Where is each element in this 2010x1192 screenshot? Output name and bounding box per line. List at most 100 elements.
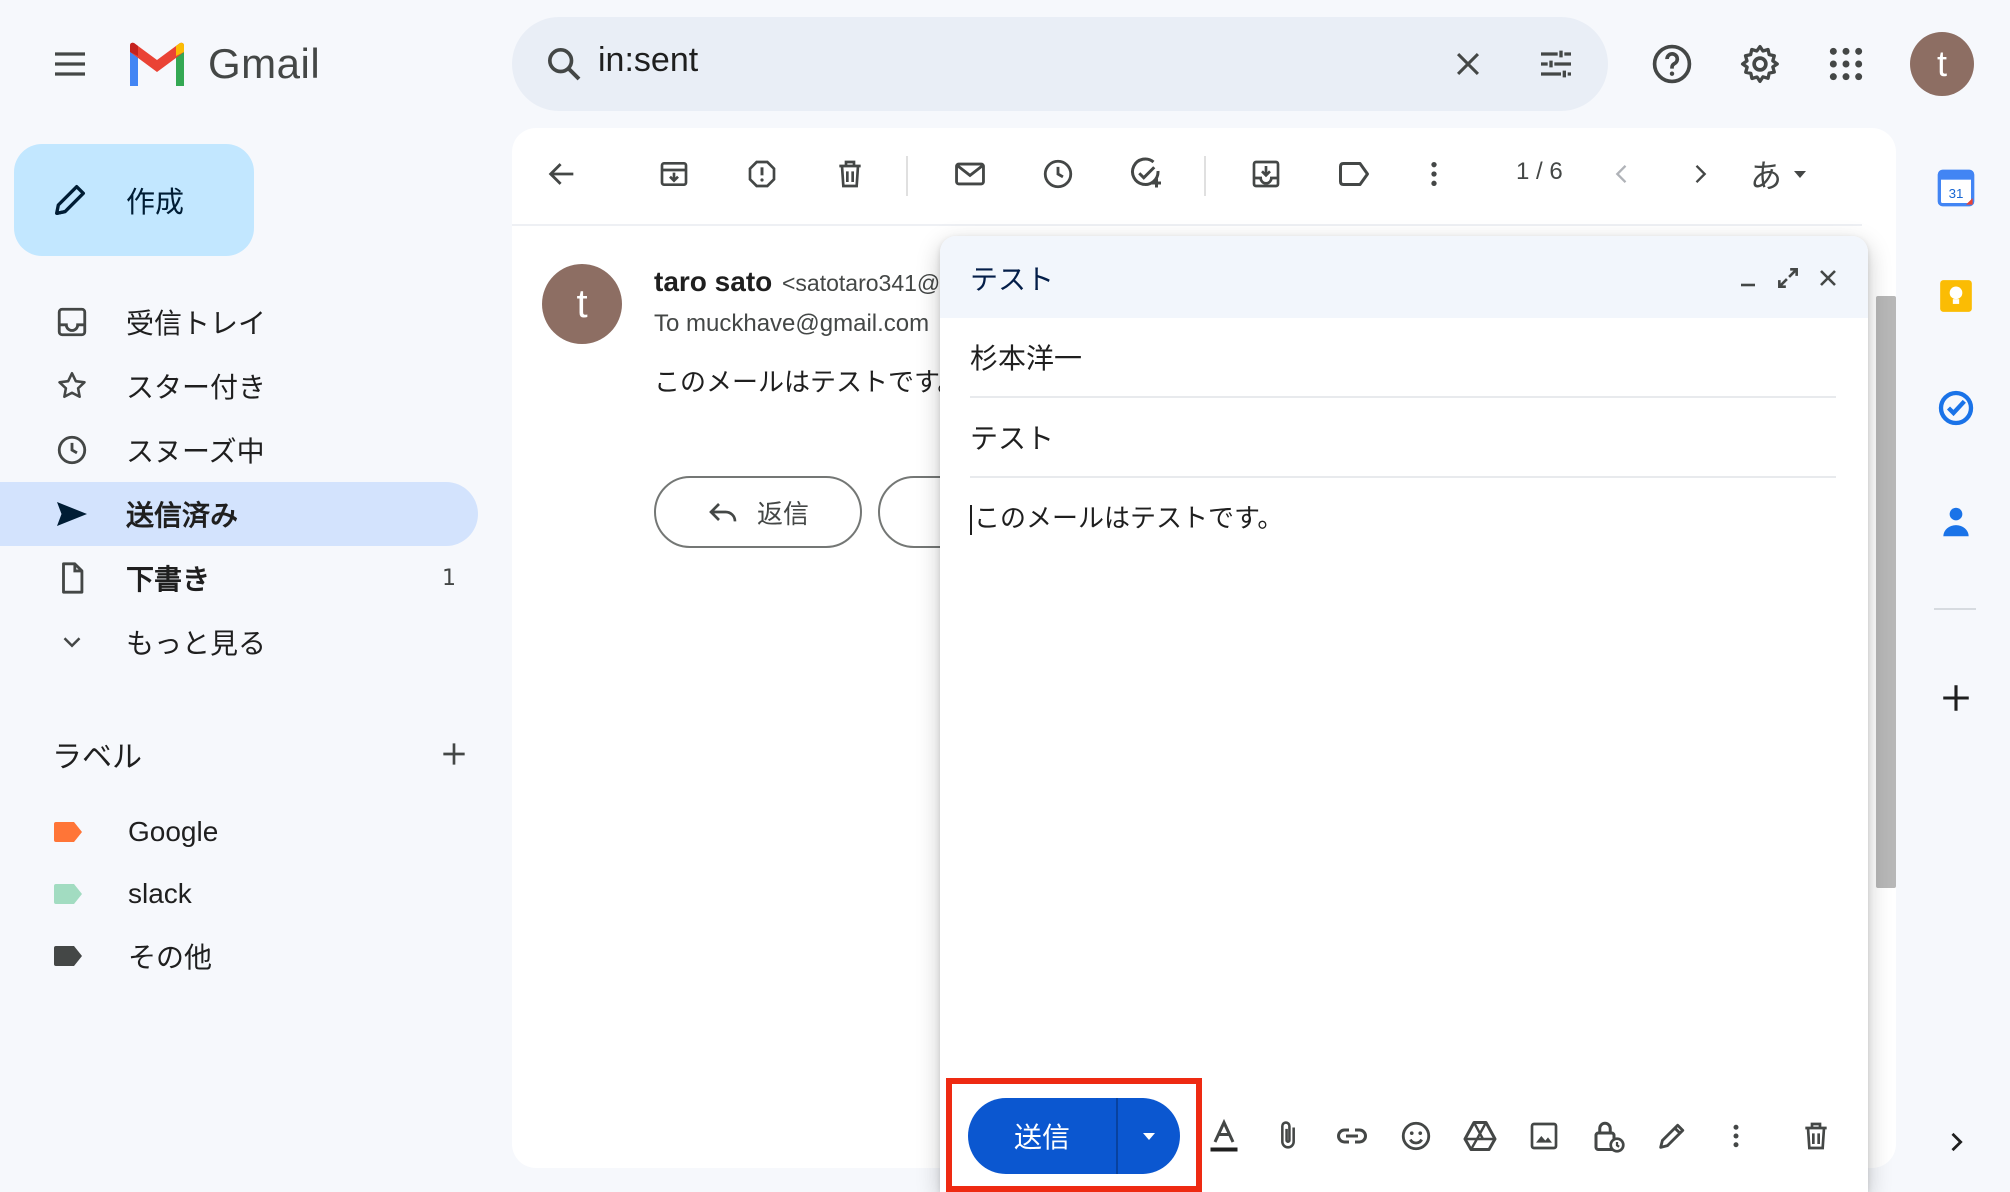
reply-label: 返信 bbox=[756, 499, 809, 530]
minimize-icon bbox=[1741, 283, 1755, 287]
scrollbar-thumb[interactable] bbox=[1876, 296, 1896, 888]
search-button[interactable] bbox=[532, 32, 596, 96]
sidebar-item-snoozed[interactable]: スヌーズ中 bbox=[0, 418, 478, 482]
send-options-button[interactable] bbox=[1118, 1124, 1180, 1148]
more-vert-icon bbox=[1431, 162, 1437, 186]
fullscreen-button[interactable] bbox=[1768, 258, 1808, 298]
mark-unread-button[interactable] bbox=[940, 144, 1000, 204]
search-bar[interactable]: in:sent bbox=[512, 17, 1608, 111]
search-input[interactable]: in:sent bbox=[598, 41, 698, 80]
clear-search-button[interactable] bbox=[1436, 32, 1500, 96]
get-addons-button[interactable] bbox=[1928, 670, 1984, 726]
report-icon bbox=[748, 160, 776, 188]
label-name: slack bbox=[128, 878, 192, 909]
insert-signature-button[interactable] bbox=[1642, 1106, 1702, 1166]
reply-button[interactable]: 返信 bbox=[654, 476, 862, 548]
trash-icon bbox=[839, 160, 861, 188]
subject-field[interactable]: テスト bbox=[970, 398, 1836, 478]
gear-icon bbox=[1740, 44, 1779, 84]
compose-button[interactable]: 作成 bbox=[14, 144, 254, 256]
formatting-options-button[interactable] bbox=[1194, 1106, 1254, 1166]
insert-photo-button[interactable] bbox=[1514, 1106, 1574, 1166]
google-apps-button[interactable] bbox=[1814, 32, 1878, 96]
labels-section-header: ラベル bbox=[52, 730, 472, 778]
sidebar-item-label: スター付き bbox=[126, 371, 267, 404]
close-compose-button[interactable] bbox=[1808, 258, 1848, 298]
insert-drive-button[interactable] bbox=[1450, 1106, 1510, 1166]
label-item-google[interactable]: Google bbox=[52, 804, 218, 860]
tasks-app-button[interactable] bbox=[1928, 380, 1984, 436]
report-spam-button[interactable] bbox=[732, 144, 792, 204]
attach-file-button[interactable] bbox=[1258, 1106, 1318, 1166]
sidebar-item-inbox[interactable]: 受信トレイ bbox=[0, 290, 478, 354]
gmail-logo[interactable]: Gmail bbox=[126, 34, 320, 94]
contacts-app-button[interactable] bbox=[1928, 494, 1984, 550]
toolbar-divider bbox=[906, 156, 908, 196]
clock-icon bbox=[1043, 159, 1073, 189]
sender-name: taro sato bbox=[654, 266, 773, 297]
sender-avatar: t bbox=[542, 264, 622, 344]
compose-window: テスト 杉本洋一 テスト このメールはテストです。 bbox=[940, 236, 1868, 1192]
star-icon bbox=[52, 366, 92, 406]
recipients-field[interactable]: 杉本洋一 bbox=[970, 318, 1836, 398]
toolbar-divider bbox=[1204, 156, 1206, 196]
calendar-app-button[interactable]: 31 bbox=[1928, 160, 1984, 216]
sidebar-item-starred[interactable]: スター付き bbox=[0, 354, 478, 418]
add-to-tasks-button[interactable] bbox=[1116, 144, 1176, 204]
lock-clock-icon bbox=[1594, 1121, 1625, 1153]
mail-icon bbox=[955, 162, 985, 186]
text-format-icon bbox=[1210, 1118, 1238, 1152]
paperclip-icon bbox=[1281, 1121, 1295, 1149]
move-to-button[interactable] bbox=[1236, 144, 1296, 204]
compose-header[interactable]: テスト bbox=[940, 236, 1868, 318]
keep-app-button[interactable] bbox=[1928, 268, 1984, 324]
label-item-other[interactable]: その他 bbox=[52, 928, 212, 984]
insert-link-button[interactable] bbox=[1322, 1106, 1382, 1166]
close-icon bbox=[1456, 52, 1480, 76]
compose-body-editor[interactable]: このメールはテストです。 bbox=[970, 498, 1283, 535]
input-tools-button[interactable]: あ bbox=[1750, 144, 1812, 204]
plus-icon bbox=[443, 743, 465, 765]
confidential-mode-button[interactable] bbox=[1578, 1106, 1638, 1166]
recipient-chip[interactable]: 杉本洋一 bbox=[970, 337, 1082, 377]
snooze-button[interactable] bbox=[1028, 144, 1088, 204]
main-menu-button[interactable] bbox=[38, 32, 102, 96]
labels-button[interactable] bbox=[1324, 144, 1384, 204]
more-compose-options-button[interactable] bbox=[1706, 1106, 1766, 1166]
search-options-button[interactable] bbox=[1524, 32, 1588, 96]
sidebar-item-label: スヌーズ中 bbox=[126, 435, 265, 468]
show-side-panel-button[interactable] bbox=[1928, 1114, 1984, 1170]
arrow-left-icon bbox=[548, 163, 574, 185]
recipient-line[interactable]: To muckhave@gmail.com bbox=[654, 310, 929, 338]
hamburger-icon bbox=[55, 52, 85, 76]
discard-draft-button[interactable] bbox=[1786, 1106, 1846, 1166]
label-name: Google bbox=[128, 816, 219, 847]
send-button[interactable]: 送信 bbox=[968, 1116, 1116, 1156]
draft-icon bbox=[52, 558, 92, 598]
sidebar-item-more[interactable]: もっと見る bbox=[0, 610, 478, 674]
archive-icon bbox=[660, 162, 688, 186]
add-label-button[interactable] bbox=[430, 730, 478, 778]
older-button[interactable] bbox=[1670, 144, 1730, 204]
clock-icon bbox=[52, 430, 92, 470]
back-button[interactable] bbox=[532, 144, 592, 204]
label-item-slack[interactable]: slack bbox=[52, 866, 192, 922]
newer-button[interactable] bbox=[1592, 144, 1652, 204]
minimize-button[interactable] bbox=[1728, 258, 1768, 298]
help-button[interactable] bbox=[1640, 32, 1704, 96]
archive-button[interactable] bbox=[644, 144, 704, 204]
sidebar-nav: 受信トレイ スター付き スヌーズ中 送信済み 下書き 1 もっと見る bbox=[0, 290, 478, 674]
toolbar-separator bbox=[512, 224, 1862, 226]
more-options-button[interactable] bbox=[1404, 144, 1464, 204]
insert-emoji-button[interactable] bbox=[1386, 1106, 1446, 1166]
gmail-m-icon bbox=[130, 42, 184, 86]
sidebar-item-drafts[interactable]: 下書き 1 bbox=[0, 546, 478, 610]
tasks-icon bbox=[1938, 390, 1974, 426]
caret-down-icon bbox=[1794, 171, 1807, 178]
settings-button[interactable] bbox=[1728, 32, 1792, 96]
account-avatar[interactable]: t bbox=[1910, 32, 1974, 96]
sidebar-item-sent[interactable]: 送信済み bbox=[0, 482, 478, 546]
delete-button[interactable] bbox=[820, 144, 880, 204]
label-tag-icon bbox=[52, 936, 86, 976]
send-button-group[interactable]: 送信 bbox=[968, 1098, 1180, 1174]
